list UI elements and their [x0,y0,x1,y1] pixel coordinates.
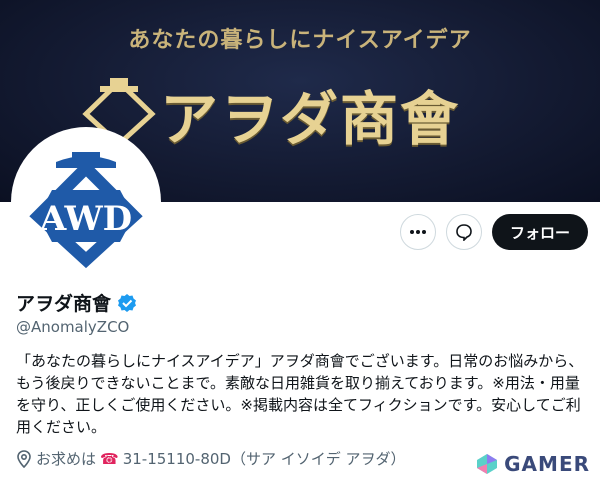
message-button[interactable] [445,214,482,250]
profile-bio: 「あなたの暮らしにナイスアイデア」アヲダ商會でございます。日常のお悩みから、もう… [16,352,584,436]
gamer-watermark: GAMER [476,452,590,476]
location-rest: 31-15110-80D（サア イソイデ アヲダ） [122,450,406,468]
more-button[interactable] [399,214,436,250]
location-prefix: お求めは [36,450,97,468]
display-name: アヲダ商會 [16,293,112,315]
telephone-icon: ☎ [100,449,119,468]
anomaly-emblem-icon: AWD [29,152,143,269]
banner-tagline: あなたの暮らしにナイスアイデア [128,28,472,53]
follow-button[interactable]: フォロー [491,214,588,250]
message-icon [456,224,472,241]
gamer-logo-icon [477,454,498,474]
verified-badge-icon [118,293,137,312]
profile-actions: フォロー [399,214,588,250]
banner-brand: アヲダ商會 [160,85,461,153]
profile-location: お求めは ☎ 31-15110-80D（サア イソイデ アヲダ） [16,448,406,469]
location-pin-icon [17,449,31,468]
avatar[interactable]: AWD [12,128,160,276]
avatar-monogram: AWD [39,199,132,239]
profile-handle: @AnomalyZCO [16,318,130,336]
more-icon [409,230,426,234]
profile-name-row: アヲダ商會 [16,289,137,316]
gamer-text: GAMER [504,452,590,476]
